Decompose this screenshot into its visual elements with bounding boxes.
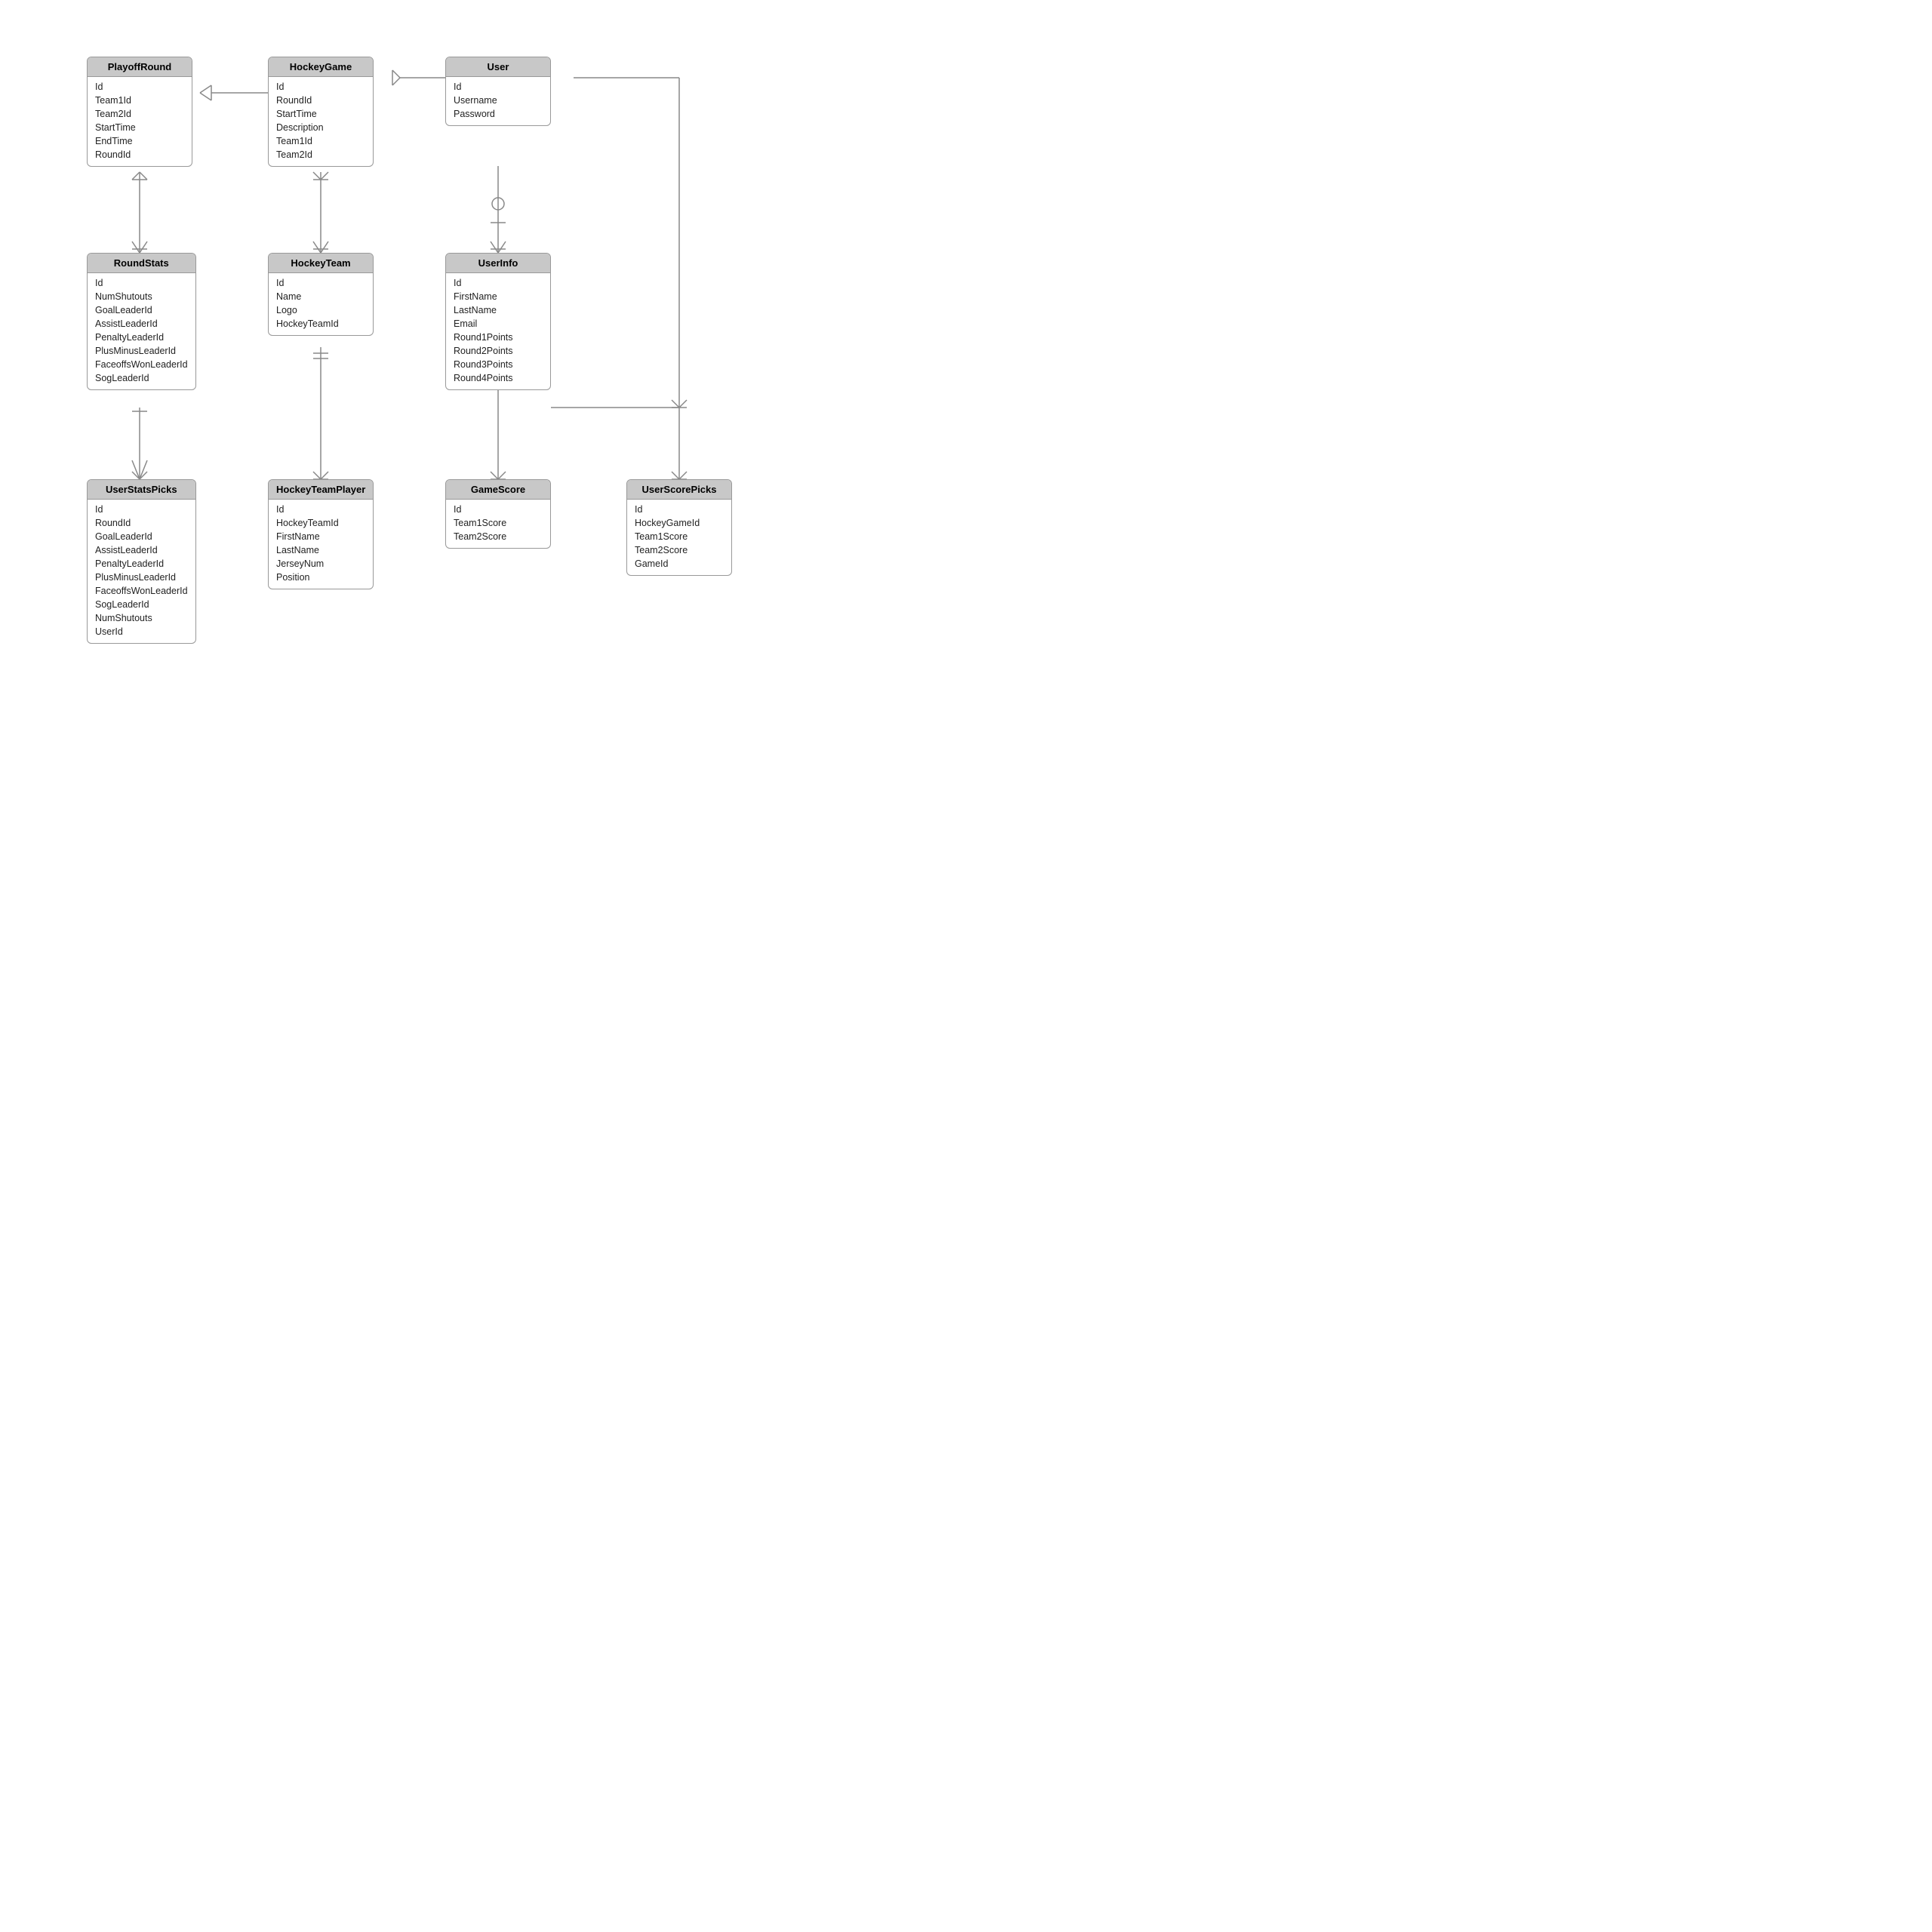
table-header-userinfo: UserInfo bbox=[446, 254, 550, 273]
diagram-container: PlayoffRoundIdTeam1IdTeam2IdStartTimeEnd… bbox=[0, 0, 815, 815]
field-hockeyteamplayer-2: FirstName bbox=[276, 530, 365, 543]
field-userscorepicks-2: Team1Score bbox=[635, 530, 724, 543]
field-userstatspicks-2: GoalLeaderId bbox=[95, 530, 188, 543]
field-userscorepicks-1: HockeyGameId bbox=[635, 516, 724, 530]
table-hockeyteamplayer: HockeyTeamPlayerIdHockeyTeamIdFirstNameL… bbox=[268, 479, 374, 589]
field-gamescore-0: Id bbox=[454, 503, 543, 516]
field-hockeygame-1: RoundId bbox=[276, 94, 365, 107]
field-roundstats-3: AssistLeaderId bbox=[95, 317, 188, 331]
field-userinfo-7: Round4Points bbox=[454, 371, 543, 385]
field-hockeyteamplayer-1: HockeyTeamId bbox=[276, 516, 365, 530]
table-header-hockeygame: HockeyGame bbox=[269, 57, 373, 77]
table-userinfo: UserInfoIdFirstNameLastNameEmailRound1Po… bbox=[445, 253, 551, 390]
table-header-userscorepicks: UserScorePicks bbox=[627, 480, 731, 500]
field-hockeygame-4: Team1Id bbox=[276, 134, 365, 148]
field-gamescore-1: Team1Score bbox=[454, 516, 543, 530]
table-body-userscorepicks: IdHockeyGameIdTeam1ScoreTeam2ScoreGameId bbox=[627, 500, 731, 575]
table-user: UserIdUsernamePassword bbox=[445, 57, 551, 126]
field-userstatspicks-8: NumShutouts bbox=[95, 611, 188, 625]
field-hockeygame-5: Team2Id bbox=[276, 148, 365, 162]
field-roundstats-1: NumShutouts bbox=[95, 290, 188, 303]
field-hockeyteamplayer-4: JerseyNum bbox=[276, 557, 365, 571]
field-playoffround-3: StartTime bbox=[95, 121, 184, 134]
field-hockeyteam-3: HockeyTeamId bbox=[276, 317, 365, 331]
field-userinfo-4: Round1Points bbox=[454, 331, 543, 344]
field-playoffround-0: Id bbox=[95, 80, 184, 94]
table-playoffround: PlayoffRoundIdTeam1IdTeam2IdStartTimeEnd… bbox=[87, 57, 192, 167]
table-header-userstatspicks: UserStatsPicks bbox=[88, 480, 195, 500]
field-roundstats-4: PenaltyLeaderId bbox=[95, 331, 188, 344]
field-roundstats-5: PlusMinusLeaderId bbox=[95, 344, 188, 358]
table-body-userstatspicks: IdRoundIdGoalLeaderIdAssistLeaderIdPenal… bbox=[88, 500, 195, 643]
field-userstatspicks-7: SogLeaderId bbox=[95, 598, 188, 611]
field-playoffround-5: RoundId bbox=[95, 148, 184, 162]
field-user-1: Username bbox=[454, 94, 543, 107]
field-hockeygame-3: Description bbox=[276, 121, 365, 134]
field-userstatspicks-5: PlusMinusLeaderId bbox=[95, 571, 188, 584]
field-userstatspicks-4: PenaltyLeaderId bbox=[95, 557, 188, 571]
field-roundstats-7: SogLeaderId bbox=[95, 371, 188, 385]
field-playoffround-4: EndTime bbox=[95, 134, 184, 148]
field-roundstats-6: FaceoffsWonLeaderId bbox=[95, 358, 188, 371]
field-user-2: Password bbox=[454, 107, 543, 121]
field-userstatspicks-3: AssistLeaderId bbox=[95, 543, 188, 557]
table-header-roundstats: RoundStats bbox=[88, 254, 195, 273]
table-body-hockeygame: IdRoundIdStartTimeDescriptionTeam1IdTeam… bbox=[269, 77, 373, 166]
field-userstatspicks-1: RoundId bbox=[95, 516, 188, 530]
field-hockeyteam-1: Name bbox=[276, 290, 365, 303]
field-roundstats-2: GoalLeaderId bbox=[95, 303, 188, 317]
field-user-0: Id bbox=[454, 80, 543, 94]
table-header-hockeyteamplayer: HockeyTeamPlayer bbox=[269, 480, 373, 500]
table-body-hockeyteam: IdNameLogoHockeyTeamId bbox=[269, 273, 373, 335]
table-userscorepicks: UserScorePicksIdHockeyGameIdTeam1ScoreTe… bbox=[626, 479, 732, 576]
table-body-roundstats: IdNumShutoutsGoalLeaderIdAssistLeaderIdP… bbox=[88, 273, 195, 389]
field-userinfo-3: Email bbox=[454, 317, 543, 331]
field-userinfo-0: Id bbox=[454, 276, 543, 290]
field-gamescore-2: Team2Score bbox=[454, 530, 543, 543]
field-userstatspicks-9: UserId bbox=[95, 625, 188, 638]
field-hockeygame-0: Id bbox=[276, 80, 365, 94]
table-body-playoffround: IdTeam1IdTeam2IdStartTimeEndTimeRoundId bbox=[88, 77, 192, 166]
table-roundstats: RoundStats IdNumShutoutsGoalLeaderIdAssis… bbox=[87, 253, 196, 390]
field-userinfo-6: Round3Points bbox=[454, 358, 543, 371]
table-body-gamescore: IdTeam1ScoreTeam2Score bbox=[446, 500, 550, 548]
field-userstatspicks-6: FaceoffsWonLeaderId bbox=[95, 584, 188, 598]
field-userinfo-2: LastName bbox=[454, 303, 543, 317]
field-playoffround-1: Team1Id bbox=[95, 94, 184, 107]
field-roundstats-0: Id bbox=[95, 276, 188, 290]
field-userinfo-5: Round2Points bbox=[454, 344, 543, 358]
table-header-playoffround: PlayoffRound bbox=[88, 57, 192, 77]
field-hockeyteamplayer-5: Position bbox=[276, 571, 365, 584]
field-userscorepicks-0: Id bbox=[635, 503, 724, 516]
field-userstatspicks-0: Id bbox=[95, 503, 188, 516]
field-hockeyteam-0: Id bbox=[276, 276, 365, 290]
table-hockeygame: HockeyGameIdRoundIdStartTimeDescriptionT… bbox=[268, 57, 374, 167]
table-body-userinfo: IdFirstNameLastNameEmailRound1PointsRoun… bbox=[446, 273, 550, 389]
table-header-gamescore: GameScore bbox=[446, 480, 550, 500]
field-userinfo-1: FirstName bbox=[454, 290, 543, 303]
table-body-user: IdUsernamePassword bbox=[446, 77, 550, 125]
table-body-hockeyteamplayer: IdHockeyTeamIdFirstNameLastNameJerseyNum… bbox=[269, 500, 373, 589]
table-userstatspicks: UserStatsPicksIdRoundIdGoalLeaderIdAssis… bbox=[87, 479, 196, 644]
field-hockeygame-2: StartTime bbox=[276, 107, 365, 121]
field-playoffround-2: Team2Id bbox=[95, 107, 184, 121]
table-header-hockeyteam: HockeyTeam bbox=[269, 254, 373, 273]
table-hockeyteam: HockeyTeamIdNameLogoHockeyTeamId bbox=[268, 253, 374, 336]
field-hockeyteamplayer-0: Id bbox=[276, 503, 365, 516]
table-header-user: User bbox=[446, 57, 550, 77]
field-hockeyteam-2: Logo bbox=[276, 303, 365, 317]
field-userscorepicks-3: Team2Score bbox=[635, 543, 724, 557]
field-userscorepicks-4: GameId bbox=[635, 557, 724, 571]
field-hockeyteamplayer-3: LastName bbox=[276, 543, 365, 557]
table-gamescore: GameScoreIdTeam1ScoreTeam2Score bbox=[445, 479, 551, 549]
